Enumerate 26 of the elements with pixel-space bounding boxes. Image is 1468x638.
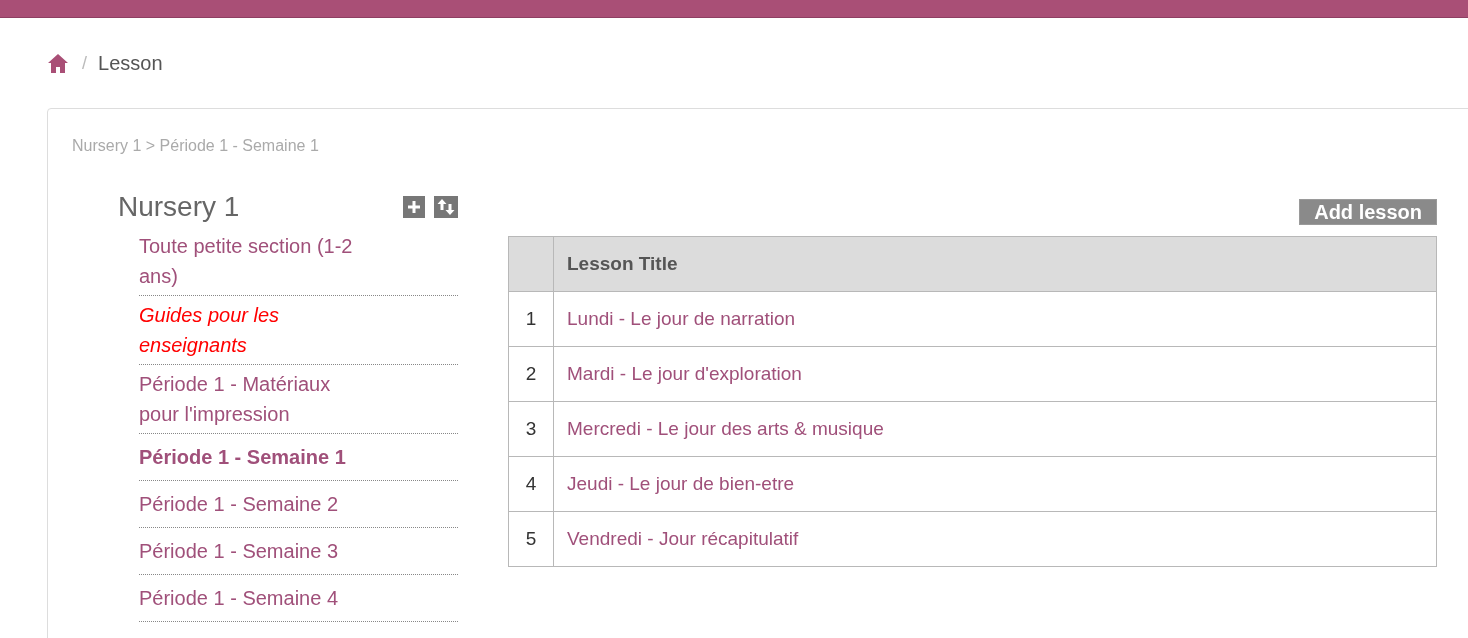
sidebar-link[interactable]: Période 1 - Matériaux pour l'impression	[139, 369, 371, 429]
breadcrumb-separator: /	[82, 52, 87, 74]
lesson-link[interactable]: Jeudi - Le jour de bien-etre	[567, 473, 795, 494]
lesson-link[interactable]: Vendredi - Jour récapitulatif	[567, 528, 799, 549]
lesson-link[interactable]: Mercredi - Le jour des arts & musique	[567, 418, 884, 439]
home-icon[interactable]	[48, 53, 68, 73]
sidebar-link[interactable]: Période 1 - Semaine 2	[139, 489, 338, 519]
section-path: Nursery 1 > Période 1 - Semaine 1	[72, 136, 319, 156]
sidebar-link[interactable]: Toute petite section (1-2 ans)	[139, 231, 371, 291]
sidebar-link[interactable]: Période 1 - Semaine 4	[139, 583, 338, 613]
sidebar-link[interactable]: Période 1 - Semaine 1	[139, 442, 346, 472]
breadcrumb-current: Lesson	[98, 51, 163, 75]
sidebar-link[interactable]: Période 1 - Semaine 3	[139, 536, 338, 566]
sort-icon[interactable]	[434, 196, 458, 218]
row-number: 5	[508, 511, 554, 567]
add-lesson-button[interactable]: Add lesson	[1299, 199, 1437, 225]
plus-icon[interactable]	[403, 196, 425, 218]
row-number: 4	[508, 456, 554, 512]
lesson-link[interactable]: Mardi - Le jour d'exploration	[567, 363, 802, 384]
column-header: Lesson Title	[567, 253, 678, 275]
sidebar-title: Nursery 1	[118, 190, 240, 224]
row-number: 2	[508, 346, 554, 402]
row-number: 1	[508, 291, 554, 347]
lesson-link[interactable]: Lundi - Le jour de narration	[567, 308, 796, 329]
sidebar-link[interactable]: Guides pour les enseignants	[139, 300, 371, 360]
row-number: 3	[508, 401, 554, 457]
